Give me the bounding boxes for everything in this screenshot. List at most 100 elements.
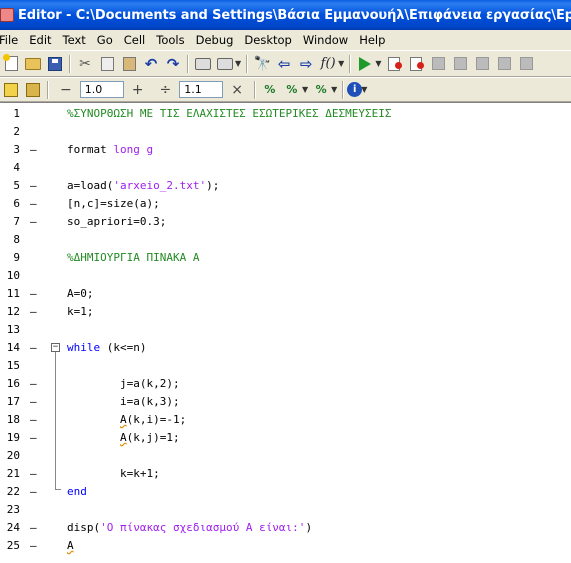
cell-value-input-1[interactable]: [79, 81, 124, 98]
print-icon[interactable]: [194, 55, 212, 73]
breakpoint-marker[interactable]: –: [30, 413, 40, 426]
code-line[interactable]: 4: [0, 158, 571, 176]
back-icon[interactable]: ⇦: [275, 55, 293, 73]
forward-icon[interactable]: ⇨: [297, 55, 315, 73]
breakpoint-marker[interactable]: –: [30, 341, 40, 354]
redo-icon[interactable]: ↷: [164, 55, 182, 73]
menu-edit[interactable]: Edit: [29, 33, 51, 47]
menu-window[interactable]: Window: [303, 33, 348, 47]
code-line[interactable]: 15: [0, 356, 571, 374]
code-line[interactable]: 1 %ΣΥΝΟΡΘΩΣΗ ΜΕ ΤΙΣ ΕΛΑΧΙΣΤΕΣ ΕΣΩΤΕΡΙΚΕΣ …: [0, 104, 571, 122]
code-line[interactable]: 21– k=k+1;: [0, 464, 571, 482]
code-line[interactable]: 8: [0, 230, 571, 248]
code-editor[interactable]: 1 %ΣΥΝΟΡΘΩΣΗ ΜΕ ΤΙΣ ΕΛΑΧΙΣΤΕΣ ΕΣΩΤΕΡΙΚΕΣ …: [0, 102, 571, 563]
cut-icon[interactable]: ✂: [76, 55, 94, 73]
step-icon[interactable]: [429, 55, 447, 73]
insert-cell-divider-icon[interactable]: %: [261, 81, 279, 99]
save-icon[interactable]: [46, 55, 64, 73]
continue-icon[interactable]: [495, 55, 513, 73]
code-line[interactable]: 2: [0, 122, 571, 140]
breakpoint-marker[interactable]: –: [30, 215, 40, 228]
clear-breakpoints-icon[interactable]: [407, 55, 425, 73]
set-breakpoint-icon[interactable]: [385, 55, 403, 73]
code-line[interactable]: 17– i=a(k,3);: [0, 392, 571, 410]
breakpoint-marker[interactable]: –: [30, 179, 40, 192]
code-line[interactable]: 23: [0, 500, 571, 518]
eval-cell-advance-icon[interactable]: [24, 81, 42, 99]
menu-go[interactable]: Go: [97, 33, 113, 47]
multiply-button[interactable]: ×: [231, 82, 243, 98]
breakpoint-marker[interactable]: –: [30, 521, 40, 534]
open-file-icon[interactable]: [24, 55, 42, 73]
divide-button[interactable]: ÷: [159, 82, 171, 98]
breakpoint-marker[interactable]: –: [30, 467, 40, 480]
run-icon[interactable]: [356, 55, 374, 73]
increment-button[interactable]: +: [132, 82, 144, 98]
breakpoint-marker[interactable]: –: [30, 431, 40, 444]
code-token: (k,i)=-1;: [126, 413, 187, 426]
menu-desktop[interactable]: Desktop: [244, 33, 291, 47]
code-line[interactable]: 19– A(k,j)=1;: [0, 428, 571, 446]
code-line[interactable]: 7– so_apriori=0.3;: [0, 212, 571, 230]
code-line[interactable]: 9 %ΔΗΜΙΟΥΡΓΙΑ ΠΙΝΑΚΑ A: [0, 248, 571, 266]
cell-value-input-2[interactable]: [179, 81, 224, 98]
step-out-icon[interactable]: [473, 55, 491, 73]
code-line[interactable]: 24– disp('Ο πίνακας σχεδιασμού A είναι:'): [0, 518, 571, 536]
code-line[interactable]: 16– j=a(k,2);: [0, 374, 571, 392]
print-options-icon[interactable]: [216, 55, 234, 73]
code-line[interactable]: 14– while (k<=n): [0, 338, 571, 356]
breakpoint-marker[interactable]: –: [30, 287, 40, 300]
code-line[interactable]: 11– A=0;: [0, 284, 571, 302]
code-token: [n,c]=size(a);: [67, 197, 160, 210]
copy-icon[interactable]: [98, 55, 116, 73]
code-line[interactable]: 25– A: [0, 536, 571, 554]
menu-debug[interactable]: Debug: [196, 33, 234, 47]
breakpoint-marker[interactable]: –: [30, 395, 40, 408]
code-line[interactable]: 3– format long g: [0, 140, 571, 158]
breakpoint-marker[interactable]: –: [30, 143, 40, 156]
menu-help[interactable]: Help: [359, 33, 385, 47]
eval-cell-icon[interactable]: [2, 81, 20, 99]
new-file-icon[interactable]: [2, 54, 20, 73]
decrement-button[interactable]: −: [60, 82, 72, 98]
code-text: j=a(k,2);: [67, 377, 180, 390]
info-icon[interactable]: i: [347, 82, 363, 97]
chevron-down-icon[interactable]: ▼: [235, 59, 241, 68]
chevron-down-icon[interactable]: ▼: [361, 85, 367, 94]
chevron-down-icon[interactable]: ▼: [375, 59, 381, 68]
paste-icon[interactable]: [120, 55, 138, 73]
undo-icon[interactable]: ↶: [142, 55, 160, 73]
percent-remove-icon[interactable]: %: [312, 81, 330, 99]
code-line[interactable]: 18– A(k,i)=-1;: [0, 410, 571, 428]
menu-cell[interactable]: Cell: [124, 33, 146, 47]
menu-text[interactable]: Text: [63, 33, 86, 47]
chevron-down-icon[interactable]: ▼: [302, 85, 308, 94]
find-icon[interactable]: 🔭: [253, 55, 271, 73]
exit-debug-icon[interactable]: [517, 55, 535, 73]
code-line[interactable]: 5– a=load('arxeio_2.txt');: [0, 176, 571, 194]
menu-tools[interactable]: Tools: [156, 33, 184, 47]
code-line[interactable]: 20: [0, 446, 571, 464]
menu-file[interactable]: File: [0, 33, 18, 47]
percent-insert-icon[interactable]: %: [283, 81, 301, 99]
code-line[interactable]: 6– [n,c]=size(a);: [0, 194, 571, 212]
step-in-icon[interactable]: [451, 55, 469, 73]
chevron-down-icon[interactable]: ▼: [331, 85, 337, 94]
breakpoint-marker[interactable]: –: [30, 539, 40, 552]
fold-toggle-icon[interactable]: −: [51, 343, 60, 352]
line-number: 23: [6, 503, 20, 516]
toolbar-separator: [342, 80, 345, 99]
breakpoint-marker[interactable]: –: [30, 305, 40, 318]
code-line[interactable]: 12– k=1;: [0, 302, 571, 320]
toolbar-separator: [349, 54, 352, 73]
code-text: %ΣΥΝΟΡΘΩΣΗ ΜΕ ΤΙΣ ΕΛΑΧΙΣΤΕΣ ΕΣΩΤΕΡΙΚΕΣ Δ…: [67, 107, 392, 120]
breakpoint-marker[interactable]: –: [30, 485, 40, 498]
chevron-down-icon[interactable]: ▼: [338, 59, 344, 68]
breakpoint-marker[interactable]: –: [30, 377, 40, 390]
breakpoint-marker[interactable]: –: [30, 197, 40, 210]
code-line[interactable]: 22– end: [0, 482, 571, 500]
line-number: 15: [6, 359, 20, 372]
code-line[interactable]: 10: [0, 266, 571, 284]
function-icon[interactable]: f(): [319, 55, 337, 73]
code-line[interactable]: 13: [0, 320, 571, 338]
